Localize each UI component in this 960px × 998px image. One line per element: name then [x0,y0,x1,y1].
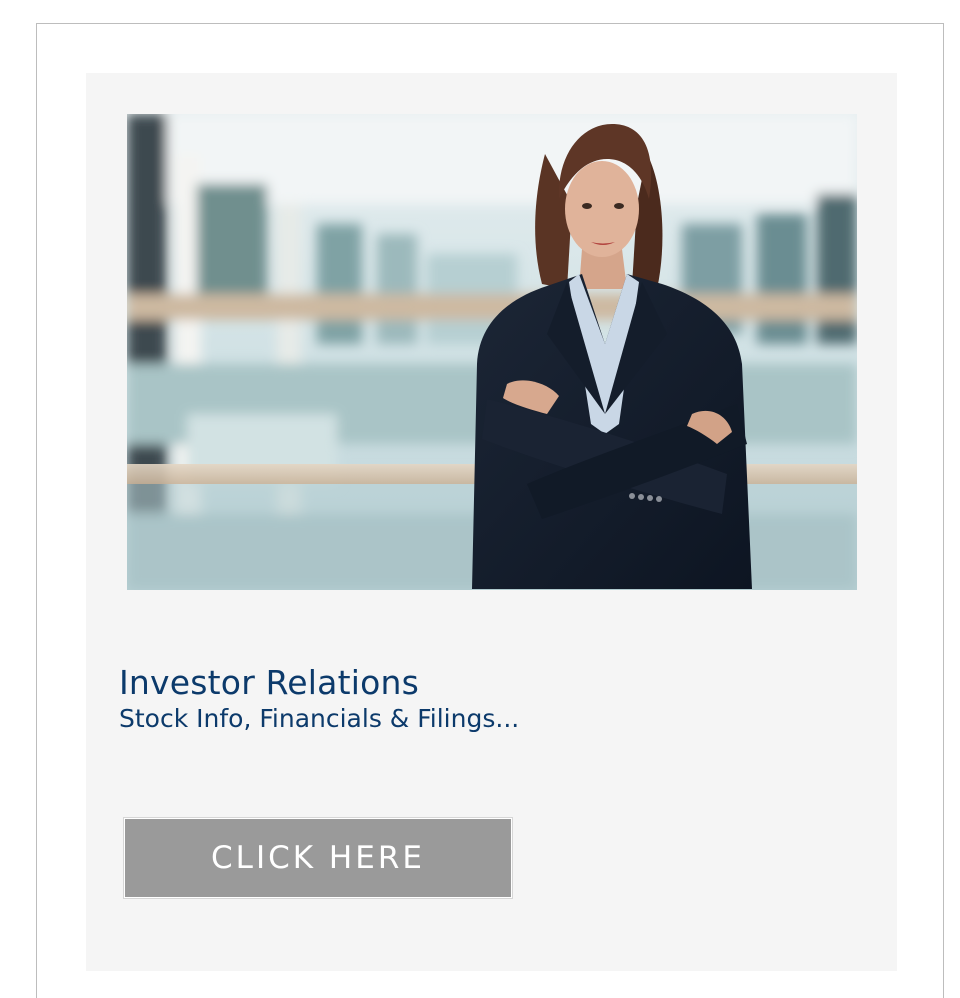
card-title: Investor Relations [119,663,420,702]
card-subtitle: Stock Info, Financials & Filings... [119,704,520,733]
click-here-button[interactable]: CLICK HERE [124,818,512,898]
investor-relations-card: Investor Relations Stock Info, Financial… [86,73,897,971]
businesswoman-photo [127,114,857,590]
